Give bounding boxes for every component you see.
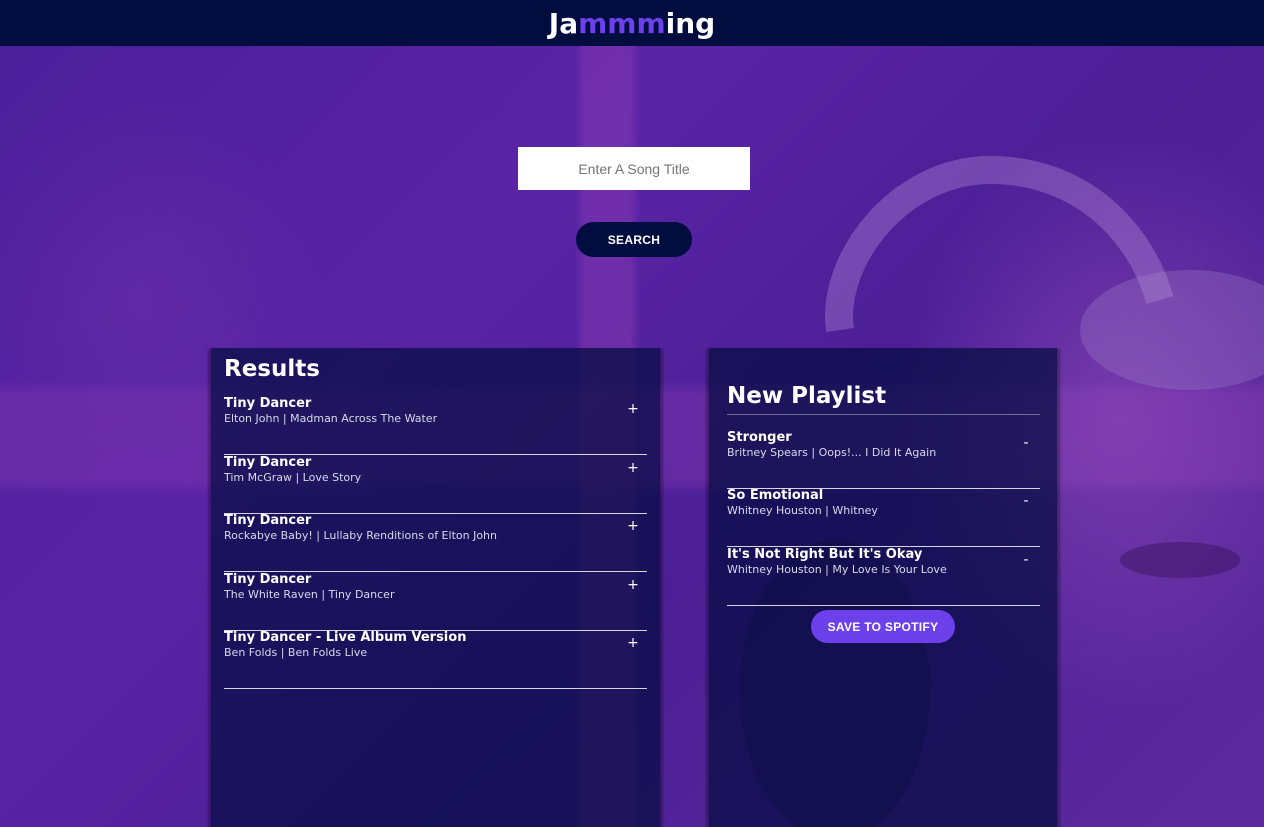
playlist-track: It's Not Right But It's Okay Whitney Hou… [727,547,1040,606]
add-track-button[interactable]: + [627,401,639,417]
results-panel: Results Tiny Dancer Elton John | Madman … [211,348,660,827]
add-track-button[interactable]: + [627,460,639,476]
add-track-button[interactable]: + [627,635,639,651]
track-name: Stronger [727,430,792,445]
track-info: Rockabye Baby! | Lullaby Renditions of E… [224,529,497,542]
track-info: Ben Folds | Ben Folds Live [224,646,368,659]
result-track: Tiny Dancer Rockabye Baby! | Lullaby Ren… [224,513,647,572]
logo-prefix: Ja [548,6,579,40]
track-info: Britney Spears | Oops!... I Did It Again [727,446,937,459]
playlist-track: Stronger Britney Spears | Oops!... I Did… [727,430,1040,489]
track-name: It's Not Right But It's Okay [727,547,923,562]
remove-track-button[interactable]: - [1020,493,1032,509]
track-name: Tiny Dancer [224,572,312,587]
track-info: Tim McGraw | Love Story [224,471,362,484]
track-name: So Emotional [727,488,824,503]
results-title: Results [224,356,320,382]
result-track: Tiny Dancer - Live Album Version Ben Fol… [224,630,647,689]
playlist-title-divider [727,414,1040,415]
track-name: Tiny Dancer [224,513,312,528]
search-button[interactable]: SEARCH [576,222,692,257]
save-to-spotify-button[interactable]: SAVE TO SPOTIFY [811,610,955,643]
result-track: Tiny Dancer The White Raven | Tiny Dance… [224,572,647,631]
track-info: Whitney Houston | Whitney [727,504,878,517]
app-logo: Jammming [549,7,715,40]
result-track: Tiny Dancer Elton John | Madman Across T… [224,396,647,455]
track-name: Tiny Dancer [224,396,312,411]
logo-suffix: ing [665,6,716,40]
search-input[interactable] [518,147,750,190]
playlist-name-input[interactable]: New Playlist [727,383,886,409]
playlist-track: So Emotional Whitney Houston | Whitney - [727,488,1040,547]
remove-track-button[interactable]: - [1020,435,1032,451]
track-name: Tiny Dancer [224,455,312,470]
result-track: Tiny Dancer Tim McGraw | Love Story + [224,455,647,514]
playlist-panel: New Playlist Stronger Britney Spears | O… [709,348,1057,827]
remove-track-button[interactable]: - [1020,552,1032,568]
track-info: Elton John | Madman Across The Water [224,412,438,425]
logo-accent: mmm [578,6,666,40]
app-page: Jammming SEARCH Results Tiny Dancer Elto… [0,0,1264,827]
app-header: Jammming [0,0,1264,46]
track-name: Tiny Dancer - Live Album Version [224,630,467,645]
add-track-button[interactable]: + [627,577,639,593]
track-info: The White Raven | Tiny Dancer [224,588,395,601]
track-info: Whitney Houston | My Love Is Your Love [727,563,947,576]
add-track-button[interactable]: + [627,518,639,534]
